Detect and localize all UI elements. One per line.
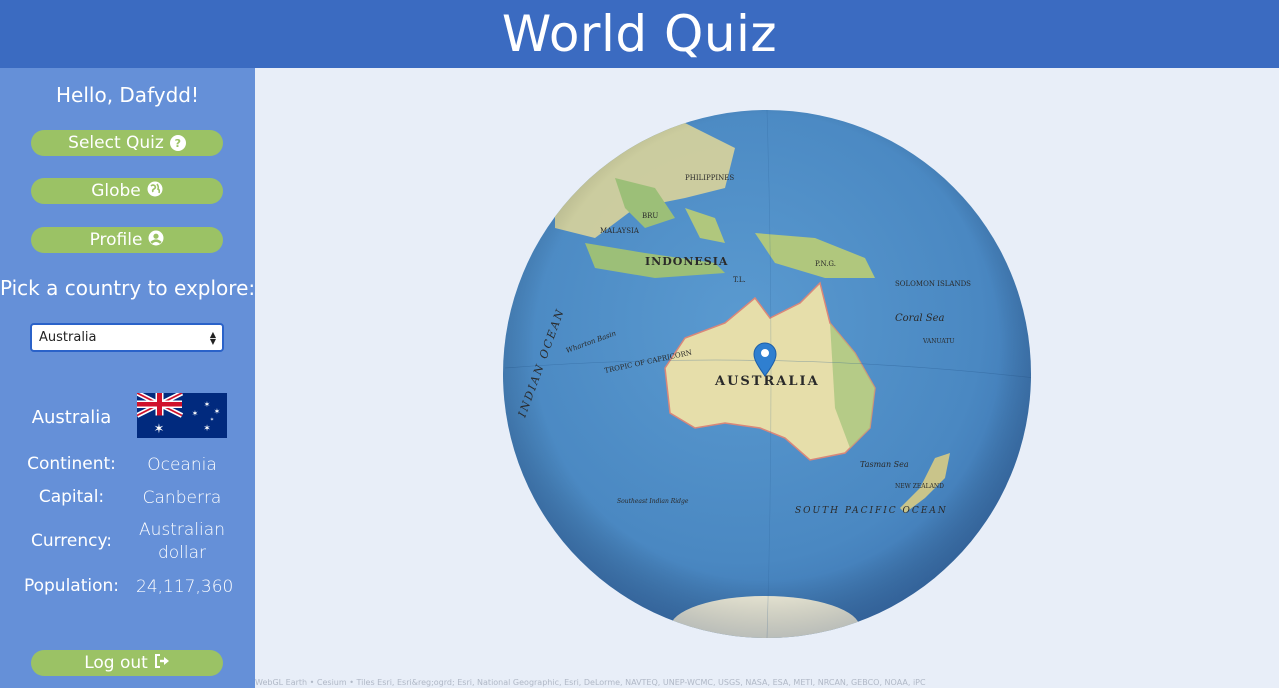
logout-button[interactable]: Log out: [31, 650, 223, 676]
app-header: World Quiz: [0, 0, 1279, 68]
globe-label: Globe: [91, 181, 141, 201]
svg-text:✶: ✶: [204, 400, 211, 409]
label-tasman-sea: Tasman Sea: [860, 460, 909, 469]
label-malaysia: MALAYSIA: [600, 227, 640, 235]
label-south-pacific: SOUTH PACIFIC OCEAN: [795, 506, 948, 516]
select-quiz-button[interactable]: Select Quiz ?: [31, 130, 223, 156]
population-label: Population:: [23, 576, 120, 596]
continent-value: Oceania: [147, 455, 217, 475]
label-solomon: SOLOMON ISLANDS: [895, 280, 971, 288]
label-vanuatu: VANUATU: [922, 338, 954, 345]
country-select[interactable]: Australia ▲ ▼: [30, 323, 224, 352]
label-coral-sea: Coral Sea: [895, 313, 945, 324]
sidebar: Hello, Dafydd! Select Quiz ? Globe Profi…: [0, 68, 255, 688]
australia-flag-icon: ✶ ✶ ✶ ✶ ✶ ✶: [137, 393, 227, 438]
globe-button[interactable]: Globe: [31, 178, 223, 204]
question-circle-icon: ?: [169, 135, 186, 151]
globe-canvas[interactable]: AUSTRALIA INDONESIA MALAYSIA PHILIPPINES…: [255, 68, 1279, 688]
select-arrows-icon: ▲ ▼: [209, 329, 216, 346]
user-circle-icon: [148, 230, 164, 251]
population-value: 24,117,360: [136, 577, 234, 597]
profile-label: Profile: [89, 230, 143, 250]
label-new-zealand: NEW ZEALAND: [895, 483, 944, 490]
currency-label: Currency:: [30, 531, 113, 551]
globe-map[interactable]: AUSTRALIA INDONESIA MALAYSIA PHILIPPINES…: [255, 68, 1279, 688]
currency-value: Australian dollar: [139, 520, 225, 563]
label-png: P.N.G.: [815, 260, 836, 268]
svg-text:✶: ✶: [192, 409, 199, 418]
logout-label: Log out: [84, 653, 148, 673]
label-tl: T.L.: [733, 276, 746, 284]
app-title: World Quiz: [501, 5, 778, 63]
label-brunei: BRU: [642, 212, 658, 220]
sign-out-icon: [154, 653, 170, 673]
label-se-ridge: Southeast Indian Ridge: [617, 498, 689, 505]
label-australia: AUSTRALIA: [714, 374, 820, 389]
continent-label: Continent:: [27, 454, 116, 474]
greeting: Hello, Dafydd!: [56, 83, 199, 107]
map-attribution: WebGL Earth • Cesium • Tiles Esri, Esri&…: [255, 678, 926, 687]
svg-text:✶: ✶: [214, 407, 221, 416]
capital-value: Canberra: [142, 488, 222, 508]
pick-country-label: Pick a country to explore:: [0, 276, 256, 300]
select-quiz-label: Select Quiz: [68, 133, 164, 153]
globe-icon: [147, 181, 163, 202]
label-indonesia: INDONESIA: [645, 255, 728, 268]
country-select-value: Australia: [39, 330, 97, 345]
svg-text:✶: ✶: [210, 417, 214, 423]
svg-text:✶: ✶: [203, 424, 211, 434]
country-name: Australia: [31, 407, 112, 428]
svg-text:✶: ✶: [154, 422, 165, 437]
label-philippines: PHILIPPINES: [685, 174, 734, 182]
capital-label: Capital:: [38, 487, 105, 507]
profile-button[interactable]: Profile: [31, 227, 223, 253]
